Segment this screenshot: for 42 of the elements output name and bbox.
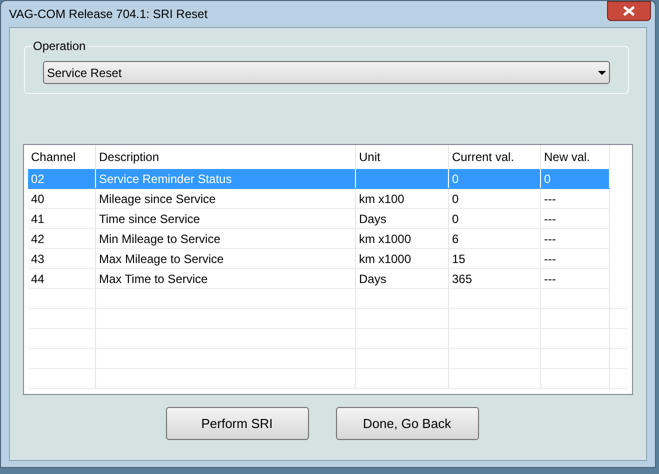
table-cell-text: Service Reminder Status <box>99 170 232 188</box>
dropdown-caret-icon <box>598 70 606 74</box>
close-button[interactable] <box>607 1 651 21</box>
table-row[interactable]: 40 Mileage since Service km x100 0 --- <box>28 189 610 209</box>
table-cell-text: 40 <box>31 190 44 208</box>
table-cell-text: 0 <box>544 170 551 188</box>
table-cell-text: 44 <box>31 270 44 288</box>
table-cell-text: 43 <box>31 250 44 268</box>
table-cell-text: --- <box>544 270 556 288</box>
table-cell-text: Mileage since Service <box>99 190 216 208</box>
table-cell-text: Min Mileage to Service <box>99 230 220 248</box>
table-cell-text: Time since Service <box>99 210 200 228</box>
dialog-button[interactable]: Done, Go Back <box>336 407 478 440</box>
table-cell-text: 41 <box>31 210 44 228</box>
close-icon <box>623 6 635 16</box>
table-row[interactable]: 41 Time since Service Days 0 --- <box>28 209 610 229</box>
table-cell-text: 15 <box>452 250 466 268</box>
table-cell-text: 0 <box>452 170 459 188</box>
table-cell-text: km x100 <box>359 190 404 208</box>
table-row[interactable]: 43 Max Mileage to Service km x1000 15 --- <box>28 249 610 269</box>
table-cell-text: 02 <box>31 170 44 188</box>
table-cell-text: --- <box>544 250 556 268</box>
table-cell-text: 6 <box>452 230 459 248</box>
table-row[interactable]: 42 Min Mileage to Service km x1000 6 --- <box>28 229 610 249</box>
table-cell-text: --- <box>544 190 556 208</box>
operation-dropdown[interactable]: Service Reset <box>43 61 610 84</box>
table-cell-text: Days <box>359 210 386 228</box>
table-cell-text: 365 <box>452 270 472 288</box>
table-cell-text: 0 <box>452 210 459 228</box>
group-label: Operation <box>31 38 88 54</box>
table-cell-text: km x1000 <box>359 250 412 268</box>
table-cell-text: --- <box>544 230 556 248</box>
window-title: VAG-COM Release 704.1: SRI Reset <box>9 6 208 23</box>
table-cell-text: Max Time to Service <box>99 270 208 288</box>
table-cell-text: Max Mileage to Service <box>99 250 224 268</box>
table-cell-text: --- <box>544 210 556 228</box>
dialog-button[interactable]: Perform SRI <box>166 407 308 440</box>
table-cell-text: 42 <box>31 230 44 248</box>
table-cell-text: 0 <box>452 190 459 208</box>
table-row[interactable]: 44 Max Time to Service Days 365 --- <box>28 269 610 289</box>
table-cell-text: km x1000 <box>359 230 412 248</box>
table-cell-text: Days <box>359 270 386 288</box>
